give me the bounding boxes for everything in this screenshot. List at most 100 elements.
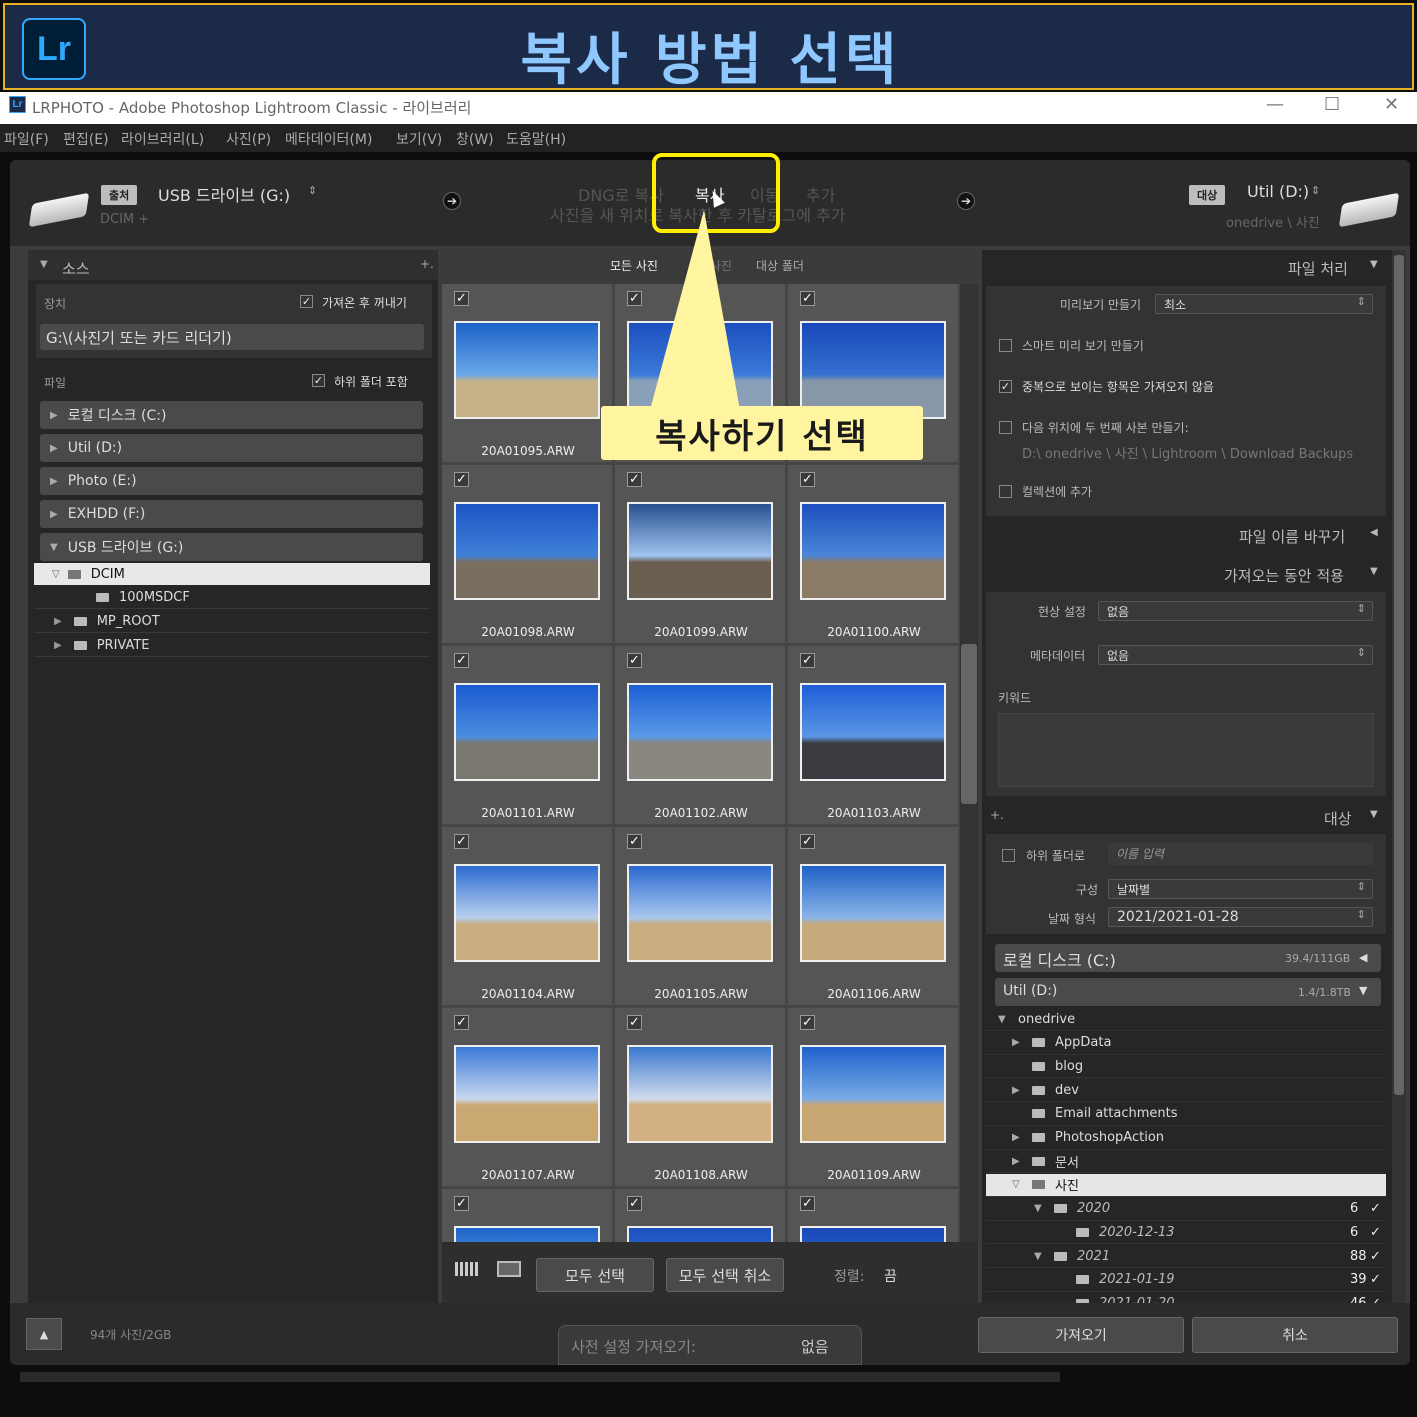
- destination-folder-row[interactable]: ▶ 문서: [986, 1150, 1386, 1174]
- menu-view[interactable]: 보기(V): [396, 129, 442, 149]
- collapse-icon[interactable]: ▼: [1370, 566, 1378, 577]
- smart-preview-checkbox[interactable]: [999, 339, 1012, 352]
- photo-thumbnail[interactable]: [454, 1226, 600, 1242]
- expand-left-icon[interactable]: ◀: [1370, 527, 1378, 538]
- deselect-all-button[interactable]: 모두 선택 취소: [666, 1258, 784, 1292]
- destination-folder-row[interactable]: ▼ 2020 6 ✓: [986, 1198, 1386, 1221]
- drive-f[interactable]: ▶ EXHDD (F:): [40, 500, 423, 528]
- photo-cell[interactable]: ✓ 20A01105.ARW: [615, 827, 787, 1007]
- photo-checkbox[interactable]: ✓: [800, 291, 815, 306]
- photo-thumbnail[interactable]: [627, 864, 773, 962]
- photo-cell[interactable]: ✓ 20A01108.ARW: [615, 1008, 787, 1188]
- add-collection-checkbox[interactable]: [999, 485, 1012, 498]
- drive-d[interactable]: ▶ Util (D:): [40, 434, 423, 462]
- expand-icon[interactable]: ▶: [1012, 1156, 1032, 1167]
- destination-folder-row[interactable]: ▽ 사진: [986, 1173, 1386, 1197]
- date-format-select[interactable]: 2021/2021-01-28: [1108, 907, 1373, 927]
- grid-scrollbar[interactable]: [960, 284, 978, 1242]
- photo-thumbnail[interactable]: [800, 321, 946, 419]
- rename-header[interactable]: 파일 이름 바꾸기: [1239, 526, 1345, 547]
- photo-cell[interactable]: ✓ 20A01100.ARW: [788, 465, 960, 645]
- eject-checkbox[interactable]: ✓: [300, 295, 313, 308]
- expand-icon[interactable]: ▶: [54, 640, 62, 651]
- volume-d[interactable]: Util (D:) 1.4/1.8TB ▼: [995, 978, 1381, 1006]
- collapse-icon[interactable]: ▽: [52, 569, 60, 580]
- scrollbar-thumb[interactable]: [1394, 255, 1404, 1095]
- photo-checkbox[interactable]: ✓: [627, 472, 642, 487]
- expand-icon[interactable]: ▽: [1012, 1179, 1032, 1190]
- drive-g[interactable]: ▼ USB 드라이브 (G:): [40, 533, 423, 561]
- photo-checkbox[interactable]: ✓: [800, 1015, 815, 1030]
- destination-folder-row[interactable]: ▼ onedrive: [986, 1008, 1386, 1031]
- expand-icon[interactable]: ▶: [1012, 1037, 1032, 1048]
- photo-cell[interactable]: ✓: [442, 1189, 614, 1242]
- photo-cell[interactable]: ✓ 20A01102.ARW: [615, 646, 787, 826]
- menu-help[interactable]: 도움말(H): [506, 129, 566, 149]
- photo-checkbox[interactable]: ✓: [800, 653, 815, 668]
- expand-icon[interactable]: ▼: [1034, 1203, 1054, 1214]
- destination-dropdown-icon[interactable]: ⇕: [1311, 184, 1320, 197]
- photo-checkbox[interactable]: ✓: [800, 472, 815, 487]
- minimize-button[interactable]: —: [1266, 94, 1284, 115]
- photo-cell[interactable]: ✓ 20A01099.ARW: [615, 465, 787, 645]
- photo-thumbnail[interactable]: [454, 321, 600, 419]
- destination-folder-row[interactable]: 2020-12-13 6 ✓: [986, 1221, 1386, 1245]
- photo-thumbnail[interactable]: [800, 1226, 946, 1242]
- destination-folder-row[interactable]: ▶ PhotoshopAction: [986, 1127, 1386, 1150]
- photo-checkbox[interactable]: ✓: [627, 1196, 642, 1211]
- expand-icon[interactable]: ▶: [1012, 1085, 1032, 1096]
- photo-cell[interactable]: ✓ 20A01104.ARW: [442, 827, 614, 1007]
- photo-checkbox[interactable]: ✓: [454, 1015, 469, 1030]
- photo-checkbox[interactable]: ✓: [454, 472, 469, 487]
- grid-view-icon[interactable]: [455, 1262, 479, 1276]
- source-dropdown-icon[interactable]: ⇕: [308, 184, 317, 197]
- check-icon[interactable]: ✓: [1370, 1249, 1381, 1264]
- check-icon[interactable]: ✓: [1370, 1296, 1381, 1303]
- photo-cell[interactable]: ✓ 20A01095.ARW: [442, 284, 614, 464]
- photo-thumbnail[interactable]: [627, 683, 773, 781]
- preview-select[interactable]: 최소: [1155, 294, 1373, 314]
- photo-cell[interactable]: ✓ 20A01107.ARW: [442, 1008, 614, 1188]
- collapse-icon[interactable]: ▼: [50, 542, 58, 553]
- metadata-select[interactable]: 없음: [1098, 645, 1373, 665]
- destination-drive-name[interactable]: Util (D:): [1247, 182, 1309, 201]
- volume-c[interactable]: 로컬 디스크 (C:) 39.4/111GB ◀: [995, 944, 1381, 972]
- import-preset[interactable]: 사전 설정 가져오기: 없음: [558, 1325, 862, 1365]
- second-copy-checkbox[interactable]: [999, 421, 1012, 434]
- photo-cell[interactable]: ✓ 20A01101.ARW: [442, 646, 614, 826]
- import-button[interactable]: 가져오기: [978, 1317, 1184, 1353]
- folder-100msdcf[interactable]: 100MSDCF: [34, 587, 430, 609]
- photo-thumbnail[interactable]: [627, 502, 773, 600]
- add-icon[interactable]: +.: [990, 808, 1004, 822]
- photo-checkbox[interactable]: ✓: [454, 291, 469, 306]
- destination-folder-row[interactable]: ▶ dev: [986, 1079, 1386, 1103]
- photo-checkbox[interactable]: ✓: [627, 1015, 642, 1030]
- photo-checkbox[interactable]: ✓: [800, 834, 815, 849]
- expand-icon[interactable]: ▶: [50, 509, 58, 520]
- expand-icon[interactable]: ▶: [1012, 1132, 1032, 1143]
- photo-thumbnail[interactable]: [627, 1226, 773, 1242]
- destination-folder-row[interactable]: ▶ AppData: [986, 1032, 1386, 1055]
- expand-icon[interactable]: ▼: [998, 1014, 1018, 1025]
- expand-icon[interactable]: ▶: [54, 616, 62, 627]
- destination-folder-row[interactable]: blog: [986, 1055, 1386, 1079]
- organize-select[interactable]: 날짜별: [1108, 879, 1373, 899]
- photo-thumbnail[interactable]: [454, 502, 600, 600]
- collapse-icon[interactable]: ▼: [1370, 259, 1378, 270]
- menu-photo[interactable]: 사진(P): [226, 129, 271, 149]
- device-path[interactable]: G:\(사진기 또는 카드 리더기): [40, 324, 424, 350]
- photo-thumbnail[interactable]: [454, 864, 600, 962]
- photo-checkbox[interactable]: ✓: [454, 1196, 469, 1211]
- collapse-up-icon[interactable]: ▲: [26, 1318, 62, 1350]
- include-subfolders-checkbox[interactable]: ✓: [312, 374, 325, 387]
- photo-cell[interactable]: ✓ 20A01109.ARW: [788, 1008, 960, 1188]
- photo-checkbox[interactable]: ✓: [454, 834, 469, 849]
- keywords-input[interactable]: [998, 713, 1374, 787]
- photo-cell[interactable]: ✓ 20A01103.ARW: [788, 646, 960, 826]
- check-icon[interactable]: ✓: [1370, 1272, 1381, 1287]
- menu-library[interactable]: 라이브러리(L): [121, 129, 204, 149]
- photo-thumbnail[interactable]: [454, 683, 600, 781]
- filmstrip-scrollbar[interactable]: [20, 1372, 1060, 1382]
- photo-checkbox[interactable]: ✓: [627, 653, 642, 668]
- expand-icon[interactable]: ▼: [1034, 1251, 1054, 1262]
